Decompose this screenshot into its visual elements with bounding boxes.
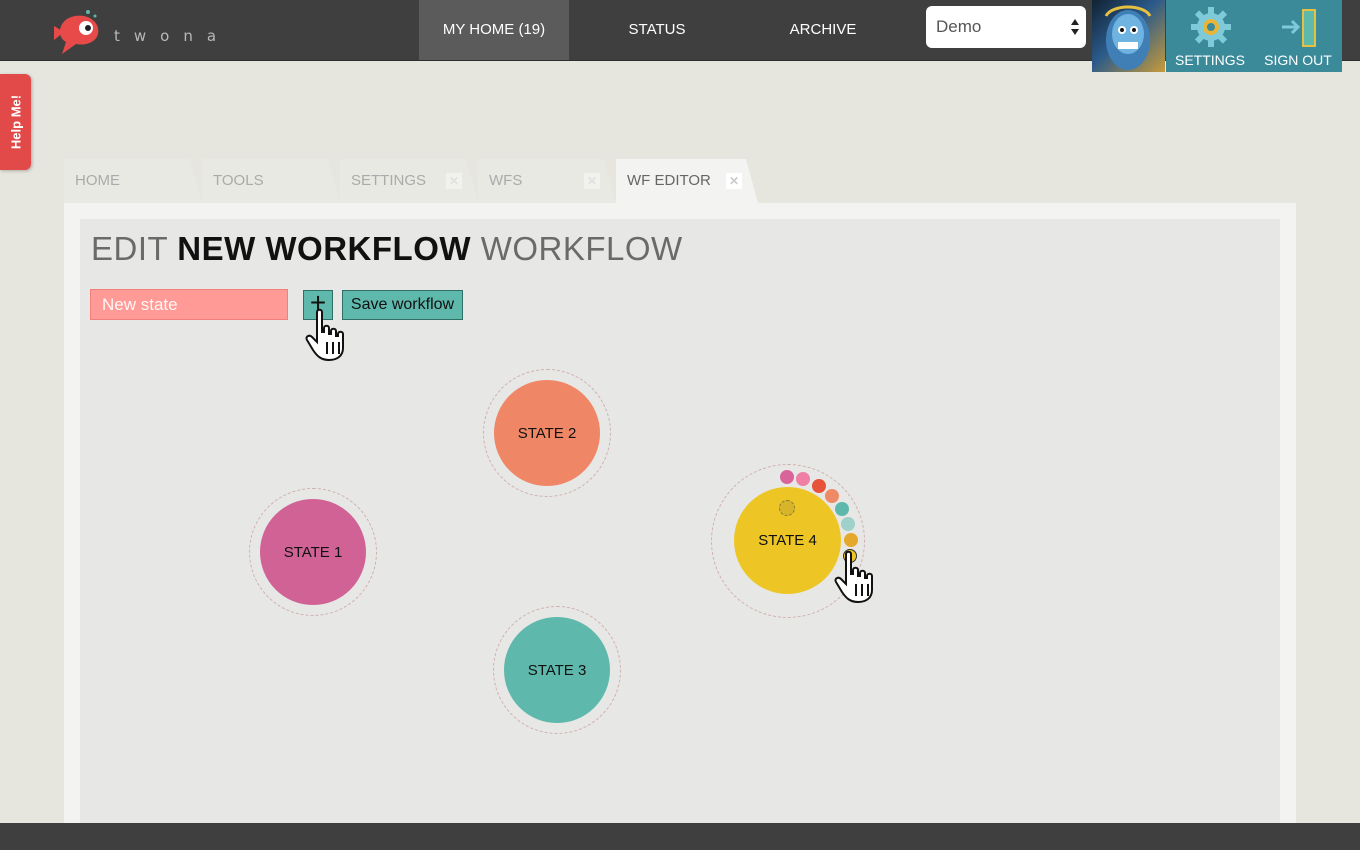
state-node-1[interactable]: STATE 1 [260,499,366,605]
state-4-connector-handle[interactable] [779,500,795,516]
select-arrows-icon [1071,19,1079,35]
tab-home[interactable]: HOME [64,159,202,203]
tab-wfs-close-icon[interactable]: ✕ [584,173,600,189]
page-title: EDIT NEW WORKFLOW WORKFLOW [91,230,683,268]
environment-select[interactable]: Demo [926,6,1086,48]
sign-out-label: SIGN OUT [1264,52,1332,68]
settings-label: SETTINGS [1174,52,1245,68]
state-4-label: STATE 4 [758,532,817,549]
environment-select-value: Demo [936,17,982,36]
color-option-5[interactable] [835,502,849,516]
title-prefix: EDIT [91,230,178,267]
tab-wf-editor-close-icon[interactable]: ✕ [726,173,742,189]
color-option-6[interactable] [841,517,855,531]
state-node-2[interactable]: STATE 2 [494,380,600,486]
color-option-7[interactable] [844,533,858,547]
help-me-tab[interactable]: Help Me! [0,74,31,170]
tab-wf-editor-label: WF EDITOR [627,172,711,189]
tab-settings[interactable]: SETTINGS ✕ [340,159,478,203]
footer-bar [0,823,1360,850]
hand-pointer-icon [834,550,873,604]
nav-my-home[interactable]: MY HOME (19) [419,0,569,60]
tab-wfs[interactable]: WFS ✕ [478,159,616,203]
save-workflow-button[interactable]: Save workflow [342,290,463,320]
tab-wf-editor[interactable]: WF EDITOR ✕ [616,159,758,203]
help-me-label: Help Me! [8,94,23,150]
logo-text: twona [114,27,231,45]
tab-tools[interactable]: TOOLS [202,159,340,203]
color-option-2[interactable] [796,472,810,486]
color-option-4[interactable] [825,489,839,503]
color-option-1[interactable] [780,470,794,484]
nav-status[interactable]: STATUS [577,0,737,60]
nav-archive[interactable]: ARCHIVE [743,0,903,60]
settings-button[interactable]: SETTINGS [1166,0,1254,72]
state-node-3[interactable]: STATE 3 [504,617,610,723]
gear-icon [1191,7,1231,47]
state-2-label: STATE 2 [517,424,577,442]
tab-home-label: HOME [75,172,120,189]
door-exit-icon [1282,9,1316,47]
state-3-label: STATE 3 [527,661,587,679]
workflow-name: NEW WORKFLOW [177,230,472,267]
twona-logo[interactable] [50,2,110,58]
hand-pointer-icon [305,308,344,362]
tab-tools-label: TOOLS [213,172,264,189]
title-suffix: WORKFLOW [471,230,683,267]
state-1-label: STATE 1 [283,543,343,561]
sign-out-button[interactable]: SIGN OUT [1254,0,1342,72]
user-avatar[interactable] [1092,0,1165,72]
tab-wfs-label: WFS [489,172,523,189]
color-option-3[interactable] [812,479,826,493]
tab-settings-close-icon[interactable]: ✕ [446,173,462,189]
new-state-input[interactable] [90,289,288,320]
tab-settings-label: SETTINGS [351,172,427,189]
